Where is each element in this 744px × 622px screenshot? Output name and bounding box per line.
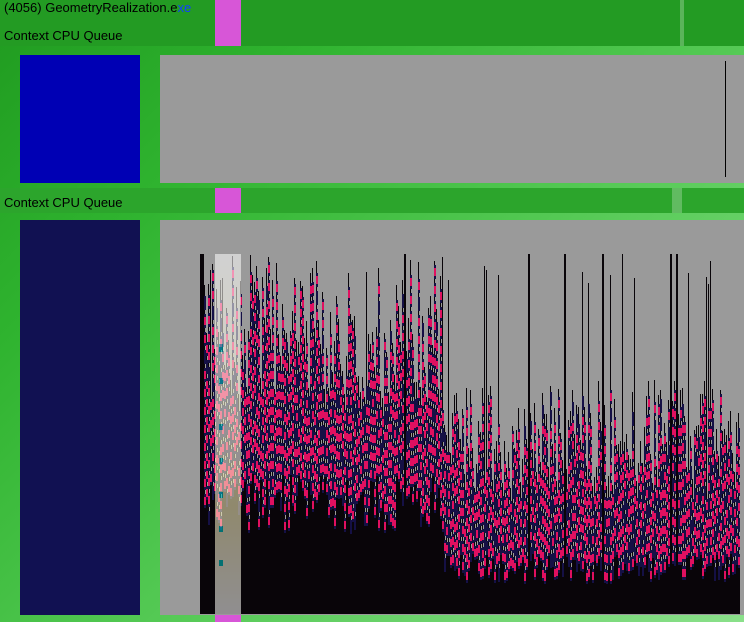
queue2-label: Context CPU Queue [0, 195, 123, 210]
process-ext: xe [177, 0, 191, 15]
flame-column [738, 254, 740, 614]
scrub-segment-bottom [215, 615, 241, 622]
queue1-thumbnail[interactable] [20, 55, 140, 183]
queue1-timeline[interactable] [160, 55, 744, 183]
flame-graph[interactable] [200, 254, 740, 614]
timeline1-event-tick [725, 61, 726, 177]
queue1-label: Context CPU Queue [0, 28, 123, 43]
process-name: GeometryRealization.e [45, 0, 177, 15]
process-pid: (4056) [4, 0, 45, 15]
queue2-header-split [672, 188, 682, 213]
process-title: (4056) GeometryRealization.exe [0, 0, 744, 17]
queue2-thumbnail[interactable] [20, 220, 140, 615]
